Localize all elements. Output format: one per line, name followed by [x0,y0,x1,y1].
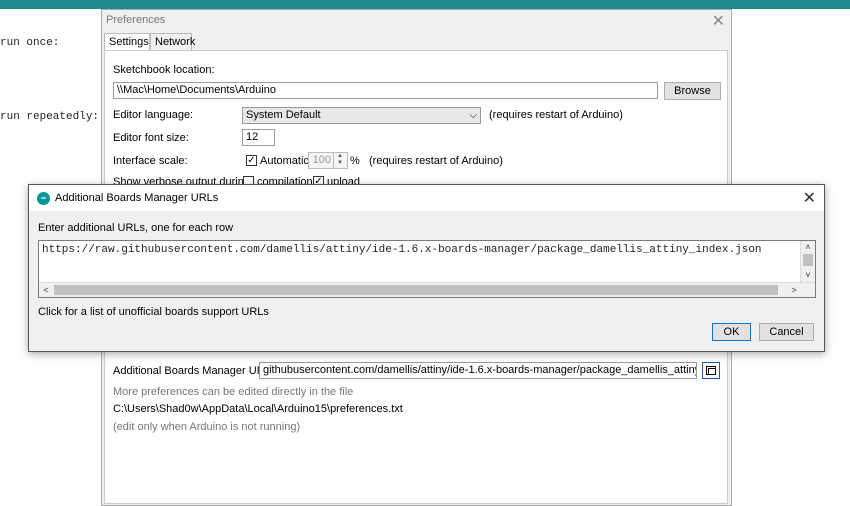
horizontal-scroll-thumb[interactable] [54,285,778,295]
scale-restart-note: (requires restart of Arduino) [369,155,503,167]
window-icon[interactable] [702,362,720,379]
urls-textarea[interactable]: https://raw.githubusercontent.com/damell… [38,240,816,298]
ok-button[interactable]: OK [712,323,751,341]
preferences-file-path[interactable]: C:\Users\Shad0w\AppData\Local\Arduino15\… [113,403,403,415]
automatic-label: Automatic [260,155,309,167]
chevron-down-icon[interactable]: ˅ [801,269,815,281]
tab-network[interactable]: Network [150,33,195,51]
edit-only-note: (edit only when Arduino is not running) [113,421,301,433]
boards-urls-label: Additional Boards Manager URLs: [113,365,280,377]
chevron-down-icon: ⌵ [469,110,477,121]
cancel-button[interactable]: Cancel [759,323,814,341]
dialog-instruction: Enter additional URLs, one for each row [38,222,234,234]
interface-scale-label: Interface scale: [113,155,188,167]
boards-urls-input[interactable]: githubusercontent.com/damellis/attiny/id… [259,362,697,379]
scale-value: 100 [312,154,331,166]
browse-button[interactable]: Browse [664,82,721,100]
code-line-loop-comment: run repeatedly: [0,111,100,123]
unofficial-boards-link[interactable]: Click for a list of unofficial boards su… [38,306,269,318]
editor-language-select[interactable]: System Default ⌵ [242,107,481,124]
horizontal-scrollbar[interactable]: < > [39,282,815,297]
spinner-arrows-icon[interactable]: ▲ ▼ [333,153,346,168]
sketchbook-label: Sketchbook location: [113,64,215,76]
window-top-bar [0,0,850,9]
editor-language-label: Editor language: [113,109,194,121]
chevron-left-icon[interactable]: < [39,283,53,297]
scale-spinner[interactable]: 100 ▲ ▼ [308,152,348,169]
preferences-title: Preferences [106,14,166,26]
code-line-setup-comment: run once: [0,37,60,49]
language-restart-note: (requires restart of Arduino) [489,109,623,121]
boards-urls-dialog: ∞ Additional Boards Manager URLs ✕ Enter… [28,184,825,352]
editor-language-value: System Default [246,109,321,121]
font-size-input[interactable]: 12 [242,129,275,146]
close-icon[interactable]: ✕ [803,188,816,208]
chevron-up-icon[interactable]: ˄ [801,241,815,253]
chevron-right-icon[interactable]: > [787,283,801,297]
url-row[interactable]: https://raw.githubusercontent.com/damell… [42,244,800,256]
close-icon[interactable]: ✕ [712,11,725,31]
vertical-scrollbar[interactable]: ˄ ˅ [800,241,815,283]
arduino-logo-icon: ∞ [37,192,50,205]
sketchbook-location-input[interactable]: \\Mac\Home\Documents\Arduino [113,82,658,99]
dialog-title: Additional Boards Manager URLs [55,192,219,204]
font-size-label: Editor font size: [113,132,189,144]
vertical-scroll-thumb[interactable] [803,254,813,266]
more-preferences-note: More preferences can be edited directly … [113,386,354,398]
percent-label: % [350,155,360,167]
automatic-checkbox[interactable]: ✓ [246,155,257,166]
dialog-titlebar: ∞ Additional Boards Manager URLs ✕ [29,185,824,211]
